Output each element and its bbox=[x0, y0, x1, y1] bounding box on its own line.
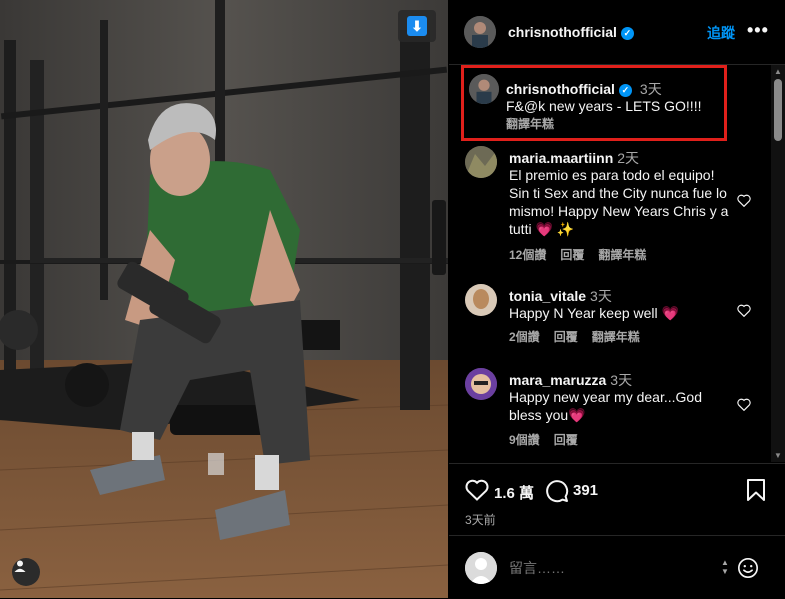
person-icon[interactable] bbox=[12, 558, 40, 586]
comment-item: maria.maartiinn 2天 El premio es para todo… bbox=[465, 146, 765, 266]
input-spinner-icon[interactable]: ▲ ▼ bbox=[721, 558, 729, 576]
bookmark-icon[interactable] bbox=[746, 479, 766, 506]
post-actions: 1.6 萬 391 3天前 bbox=[449, 463, 785, 534]
comments-scrollbar[interactable]: ▲ ▼ bbox=[771, 65, 785, 462]
download-arrow-icon[interactable]: ⬇ bbox=[398, 10, 436, 42]
commenter-username: mara_maruzza 3天 bbox=[509, 372, 633, 388]
translate-link[interactable]: 翻譯年糕 bbox=[592, 330, 640, 344]
scroll-down-arrow-icon[interactable]: ▼ bbox=[774, 451, 782, 460]
commenter-avatar[interactable] bbox=[465, 284, 497, 316]
scroll-up-arrow-icon[interactable]: ▲ bbox=[774, 67, 782, 76]
heart-icon[interactable] bbox=[737, 304, 751, 322]
comment-item: tonia_vitale 3天 Happy N Year keep well 💗 … bbox=[465, 284, 765, 354]
caption-text: F&@k new years - LETS GO!!!! bbox=[506, 98, 702, 114]
post-header: chrisnothofficial ✓ 追蹤 ••• bbox=[449, 0, 785, 65]
comment-text: Happy new year my dear...God bless you💗 bbox=[509, 389, 702, 423]
like-count[interactable]: 1.6 萬 bbox=[494, 482, 534, 503]
commenter-avatar[interactable] bbox=[465, 368, 497, 400]
caption-translate-link[interactable]: 翻譯年糕 bbox=[506, 115, 554, 132]
reply-button[interactable]: 回覆 bbox=[554, 433, 578, 447]
post-photo[interactable]: ⬇ bbox=[0, 0, 448, 598]
translate-link[interactable]: 翻譯年糕 bbox=[598, 248, 646, 262]
heart-icon[interactable] bbox=[465, 479, 489, 506]
commenter-avatar[interactable] bbox=[465, 146, 497, 178]
comment-input[interactable] bbox=[509, 560, 709, 576]
commenter-username: tonia_vitale 3天 bbox=[509, 288, 612, 304]
post-sidebar: chrisnothofficial ✓ 追蹤 ••• chrisnothoffic… bbox=[449, 0, 785, 598]
more-options-icon[interactable]: ••• bbox=[747, 20, 769, 41]
post-timestamp: 3天前 bbox=[465, 513, 496, 527]
heart-icon[interactable] bbox=[737, 194, 751, 212]
comment-item: mara_maruzza 3天 Happy new year my dear...… bbox=[465, 368, 765, 458]
reply-button[interactable]: 回覆 bbox=[554, 330, 578, 344]
comment-meta: 2個讚 回覆 翻譯年糕 bbox=[509, 328, 654, 345]
caption-time: 3天 bbox=[639, 81, 662, 97]
heart-icon[interactable] bbox=[737, 398, 751, 416]
comment-likes[interactable]: 9個讚 bbox=[509, 433, 540, 447]
emoji-icon[interactable] bbox=[737, 557, 759, 584]
comment-meta: 9個讚 回覆 bbox=[509, 431, 592, 448]
follow-button[interactable]: 追蹤 bbox=[707, 23, 735, 43]
scrollbar-thumb[interactable] bbox=[774, 79, 782, 141]
comment-likes[interactable]: 2個讚 bbox=[509, 330, 540, 344]
author-avatar[interactable] bbox=[464, 16, 496, 48]
comments-list[interactable]: chrisnothofficial ✓ 3天 F&@k new years - LE… bbox=[449, 65, 771, 462]
comment-text: El premio es para todo el equipo! Sin ti… bbox=[509, 167, 729, 237]
caption-author-avatar[interactable] bbox=[469, 74, 499, 104]
reply-button[interactable]: 回覆 bbox=[560, 248, 584, 262]
comment-composer: ▲▼ bbox=[449, 535, 785, 599]
verified-badge-icon: ✓ bbox=[618, 83, 632, 97]
verified-badge-icon: ✓ bbox=[620, 26, 634, 40]
current-user-avatar bbox=[465, 552, 497, 584]
instagram-post-view: ⬇ chrisnothofficial ✓ 追蹤 ••• chrisnothof… bbox=[0, 0, 785, 598]
comment-count: 391 bbox=[573, 482, 599, 499]
comment-text: Happy N Year keep well 💗 bbox=[509, 305, 679, 321]
author-username[interactable]: chrisnothofficial ✓ bbox=[508, 24, 634, 40]
comment-likes[interactable]: 12個讚 bbox=[509, 248, 546, 262]
comment-icon[interactable] bbox=[545, 479, 569, 508]
caption-highlight-box: chrisnothofficial ✓ 3天 F&@k new years - LE… bbox=[461, 65, 727, 141]
comment-meta: 12個讚 回覆 翻譯年糕 bbox=[509, 246, 660, 263]
caption-author: chrisnothofficial ✓ 3天 bbox=[506, 81, 662, 97]
gym-photo-illustration bbox=[0, 0, 448, 598]
commenter-username: maria.maartiinn 2天 bbox=[509, 150, 640, 166]
